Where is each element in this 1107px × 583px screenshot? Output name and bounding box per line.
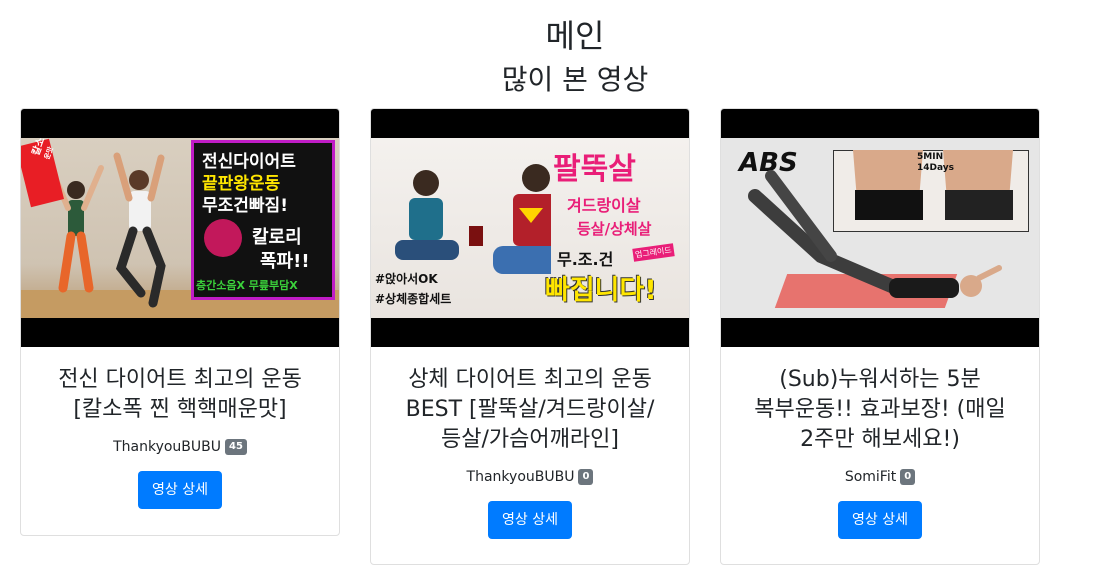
video-card-2: 팔뚝살 겨드랑이살 등살/상체살 무.조.건 업그레이드 빠집니다! #앉아서O…: [370, 108, 690, 565]
video-title: (Sub)누워서하는 5분 복부운동!! 효과보장! (매일 2주만 해보세요!…: [754, 367, 1006, 452]
video-thumbnail[interactable]: ABS 5MIN 14Days: [721, 109, 1039, 347]
video-card-3: ABS 5MIN 14Days (Sub)누워서하는 5분 복부운동!! 효과보…: [720, 108, 1040, 565]
page-title: 메인: [545, 17, 605, 55]
video-title: 전신 다이어트 최고의 운동 [칼소폭 찐 핵핵매운맛]: [58, 367, 302, 422]
video-detail-button[interactable]: 영상 상세: [488, 501, 572, 539]
count-badge: 0: [578, 469, 594, 485]
channel-name: ThankyouBUBU 45: [113, 437, 247, 457]
channel-name: ThankyouBUBU 0: [467, 467, 594, 487]
thumbnail-person-image: [748, 170, 1002, 298]
video-title: 상체 다이어트 최고의 운동 BEST [팔뚝살/겨드랑이살/등살/가슴어깨라인…: [405, 367, 655, 452]
count-badge: 45: [225, 439, 247, 455]
video-thumbnail[interactable]: 칼소폭 찐 핵핵매운맛 전신다이어트 끝판왕운동 무조건빠짐! 칼로리 폭파!!…: [21, 109, 339, 347]
count-badge: 0: [900, 469, 916, 485]
video-detail-button[interactable]: 영상 상세: [138, 471, 222, 509]
video-thumbnail[interactable]: 팔뚝살 겨드랑이살 등살/상체살 무.조.건 업그레이드 빠집니다! #앉아서O…: [371, 109, 689, 347]
video-detail-button[interactable]: 영상 상세: [838, 501, 922, 539]
video-card-1: 칼소폭 찐 핵핵매운맛 전신다이어트 끝판왕운동 무조건빠짐! 칼로리 폭파!!…: [20, 108, 340, 536]
section-title: 많이 본 영상: [501, 63, 649, 96]
channel-name: SomiFit 0: [845, 467, 916, 487]
thumbnail-sign: 전신다이어트 끝판왕운동 무조건빠짐! 칼로리 폭파!! 층간소음X 무릎부담X: [191, 140, 335, 300]
